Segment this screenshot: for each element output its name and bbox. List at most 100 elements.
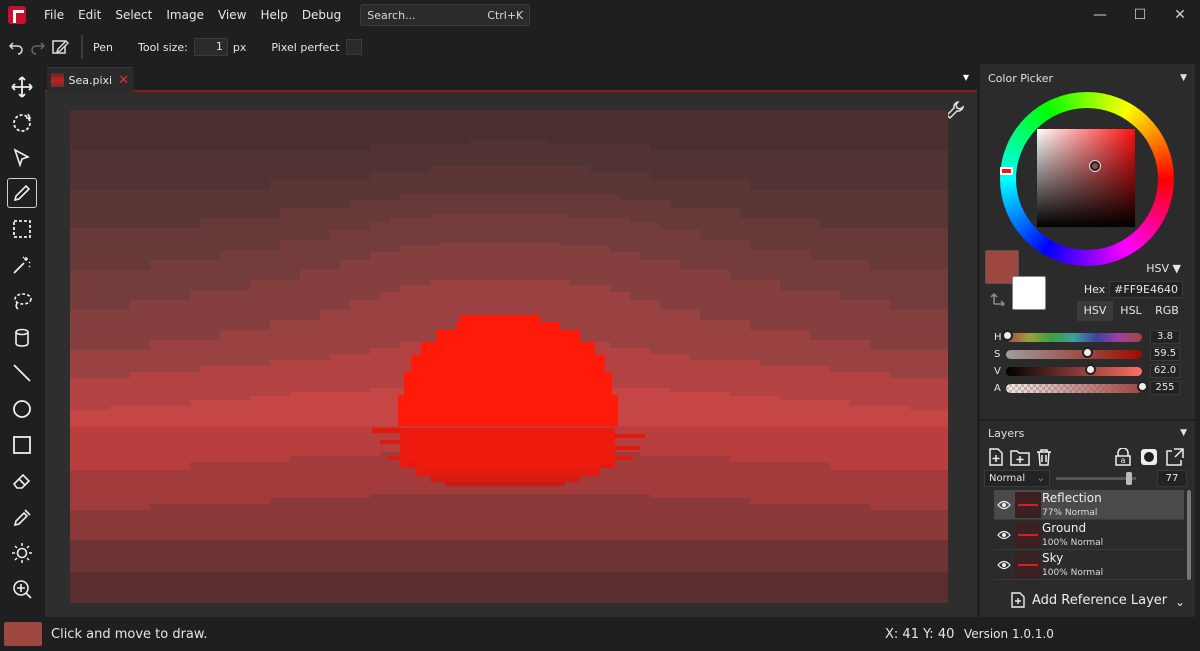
menu-file[interactable]: File	[37, 0, 71, 30]
saturation-value[interactable]: 59.5	[1150, 347, 1180, 361]
pixel-perfect-checkbox[interactable]	[345, 39, 362, 55]
hue-value[interactable]: 3.8	[1150, 330, 1180, 344]
secondary-color-swatch[interactable]	[1012, 276, 1046, 310]
menu-view[interactable]: View	[211, 0, 253, 30]
brightness-icon[interactable]	[7, 538, 37, 568]
tab-hsv[interactable]: HSV	[1077, 301, 1113, 321]
alpha-slider-knob[interactable]	[1137, 380, 1148, 392]
collapse-icon[interactable]: ▼	[1180, 428, 1187, 438]
lasso-rotate-icon[interactable]	[7, 108, 37, 138]
layer-sky[interactable]: Sky 100% Normal	[994, 550, 1184, 580]
menu-debug[interactable]: Debug	[295, 0, 348, 30]
menu-bar: File Edit Select Image View Help Debug	[37, 0, 348, 30]
layers-header[interactable]: Layers ▼	[980, 421, 1195, 445]
color-picker-title: Color Picker	[988, 71, 1053, 85]
swap-colors-icon[interactable]	[990, 288, 1008, 306]
alpha-value[interactable]: 255	[1150, 381, 1180, 395]
color-picker-header[interactable]: Color Picker ▼	[980, 66, 1195, 90]
opacity-slider-knob[interactable]	[1126, 472, 1132, 485]
wrench-icon[interactable]	[945, 100, 965, 120]
tool-options-bar: Pen Tool size: 1 px Pixel perfect	[0, 30, 1200, 64]
layer-thumbnail	[1015, 551, 1041, 578]
color-picker-icon[interactable]	[7, 502, 37, 532]
zoom-icon[interactable]	[7, 574, 37, 604]
visibility-eye-icon[interactable]	[994, 490, 1014, 520]
visibility-eye-icon[interactable]	[994, 520, 1014, 550]
mask-icon[interactable]	[1139, 447, 1159, 467]
hex-input[interactable]: #FF9E4640	[1109, 281, 1183, 298]
layers-scrollbar[interactable]	[1187, 490, 1191, 580]
bucket-icon[interactable]	[7, 322, 37, 352]
menu-image[interactable]: Image	[159, 0, 211, 30]
opacity-slider[interactable]	[1056, 472, 1136, 485]
new-layer-icon[interactable]	[986, 447, 1006, 467]
line-icon[interactable]	[7, 358, 37, 388]
saturation-slider[interactable]	[1006, 346, 1142, 359]
sv-selector[interactable]	[1090, 161, 1100, 171]
saturation-slider-knob[interactable]	[1081, 346, 1093, 358]
document-tab[interactable]: Sea.pixi ✕	[47, 67, 133, 92]
minimize-button[interactable]: —	[1080, 0, 1120, 30]
lasso-icon[interactable]	[7, 286, 37, 316]
value-slider-knob[interactable]	[1085, 363, 1097, 375]
status-bar: Click and move to draw. X: 41 Y: 40 Vers…	[0, 617, 1200, 651]
tool-size-input[interactable]: 1	[193, 38, 228, 56]
opacity-value[interactable]: 77	[1157, 470, 1187, 487]
blend-mode-dropdown[interactable]: Normal ⌄	[984, 470, 1050, 487]
app-logo-icon	[8, 6, 26, 24]
color-mode-tabs: HSV HSL RGB	[1077, 301, 1185, 321]
search-shortcut: Ctrl+K	[487, 8, 524, 22]
redo-icon[interactable]	[27, 36, 49, 58]
drawing-canvas[interactable]	[70, 110, 948, 603]
eraser-icon[interactable]	[7, 466, 37, 496]
hex-label: Hex	[1083, 283, 1106, 296]
hue-slider-knob[interactable]	[1002, 329, 1014, 341]
rectangle-icon[interactable]	[7, 430, 37, 460]
color-mode-dropdown[interactable]: HSV ▼	[1146, 262, 1181, 275]
maximize-button[interactable]: ☐	[1120, 0, 1160, 30]
tabs-menu-icon[interactable]: ▾	[963, 70, 969, 84]
add-reference-layer-button[interactable]: Add Reference Layer	[1010, 592, 1167, 608]
layer-meta: 100% Normal	[1042, 568, 1104, 578]
saturation-value-box[interactable]	[1037, 129, 1135, 227]
magic-wand-icon[interactable]	[7, 250, 37, 280]
alpha-label: A	[994, 382, 1001, 394]
hue-slider[interactable]	[1002, 329, 1142, 342]
layer-meta: 100% Normal	[1042, 538, 1104, 548]
search-placeholder: Search...	[367, 8, 416, 22]
value-value[interactable]: 62.0	[1150, 364, 1180, 378]
tab-hsl[interactable]: HSL	[1113, 301, 1149, 321]
status-hint: Click and move to draw.	[51, 626, 208, 642]
add-file-icon	[1011, 592, 1025, 608]
lock-transparency-icon[interactable]: a	[1113, 447, 1133, 467]
saturation-label: S	[994, 348, 1001, 360]
menu-help[interactable]: Help	[253, 0, 294, 30]
collapse-icon[interactable]: ▼	[1180, 73, 1187, 83]
alpha-slider[interactable]	[1006, 380, 1148, 393]
move-icon[interactable]	[7, 72, 37, 102]
rectangle-select-icon[interactable]	[7, 214, 37, 244]
window-controls: — ☐ ✕	[1080, 0, 1200, 30]
new-folder-icon[interactable]	[1010, 447, 1030, 467]
ellipse-icon[interactable]	[7, 394, 37, 424]
reference-layer-icon[interactable]	[1165, 447, 1185, 467]
menu-select[interactable]: Select	[108, 0, 159, 30]
value-slider[interactable]	[1006, 363, 1142, 376]
close-button[interactable]: ✕	[1160, 0, 1200, 30]
select-pointer-icon[interactable]	[7, 143, 37, 173]
layer-reflection[interactable]: Reflection 77% Normal	[994, 490, 1184, 520]
tab-rgb[interactable]: RGB	[1149, 301, 1185, 321]
layer-ground[interactable]: Ground 100% Normal	[994, 520, 1184, 550]
close-tab-icon[interactable]: ✕	[118, 73, 129, 88]
menu-edit[interactable]: Edit	[71, 0, 108, 30]
delete-layer-icon[interactable]	[1034, 447, 1054, 467]
search-input[interactable]: Search... Ctrl+K	[360, 4, 531, 26]
chevron-down-icon[interactable]: ⌄	[1175, 595, 1185, 609]
hue-slider-row: H 3.8	[994, 329, 1190, 344]
undo-icon[interactable]	[5, 36, 27, 58]
visibility-eye-icon[interactable]	[994, 550, 1014, 580]
hue-selector[interactable]	[1000, 167, 1013, 175]
value-label: V	[994, 365, 1001, 377]
pen-icon[interactable]	[7, 178, 37, 208]
tool-name-label: Pen	[93, 40, 113, 54]
